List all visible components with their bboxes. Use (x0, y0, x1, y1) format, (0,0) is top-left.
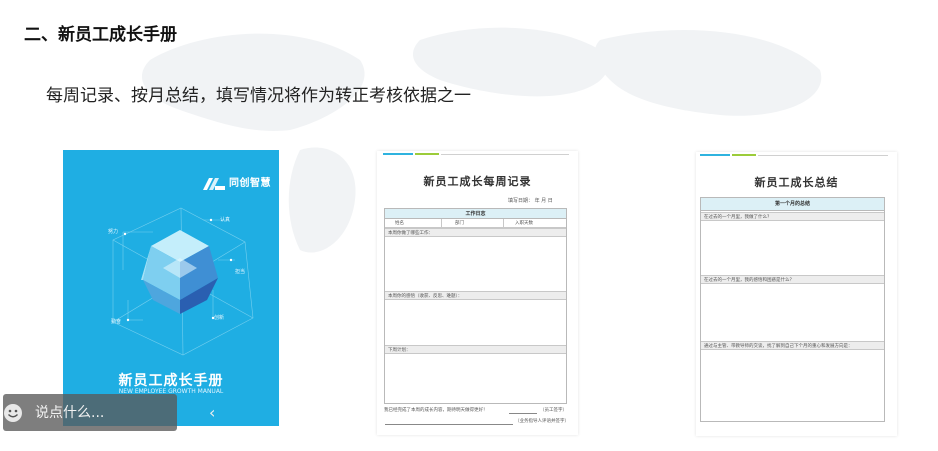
form-row-label: 在过去的一个月里，我做了什么？ (701, 212, 884, 221)
handbook-cover-image: 同创智慧 认真 努力 担当 创新 勤奋 新员工成长手册 NEW EMPLOYEE… (63, 150, 279, 426)
accent-stripe (441, 154, 569, 155)
form-row-label: 通过与主管、带教导师的交谈，找了解到自己下个月的重心和发展方向是： (701, 341, 884, 350)
cover-title: 新员工成长手册 (118, 373, 224, 389)
accent-stripe (758, 155, 888, 156)
cover-label-3: 创新 (214, 315, 225, 321)
fill-date: 填写日期： 年 月 日 (508, 198, 553, 204)
join-days-label: 入职天数 (515, 221, 533, 226)
mentor-sign-label: （业务指导人评语并签字） (515, 419, 569, 424)
comment-bar: ‹ (3, 394, 215, 431)
cover-label-0: 认真 (220, 217, 231, 223)
brand-mark-icon (203, 175, 225, 190)
brand-name: 同创智慧 (229, 177, 271, 189)
form-row-label: 下周计划： (385, 345, 566, 354)
weekly-record-form-image: 新员工成长每周记录 填写日期： 年 月 日 工作日志 姓名 部门 入职天数 本周… (377, 151, 578, 435)
cover-label-4: 勤奋 (111, 319, 122, 325)
subtitle: 每周记录、按月总结，填写情况将作为转正考核依据之一 (46, 86, 471, 106)
name-label: 姓名 (395, 221, 404, 226)
form-row-label: 在过去的一个月里，我的感悟和困惑是什么？ (701, 275, 884, 284)
weekly-footer-text: 我已经完成了本周的成长内容，期待明天做得更好！ (384, 408, 488, 413)
comment-input[interactable] (23, 394, 209, 431)
accent-stripe (415, 153, 439, 155)
accent-stripe (700, 154, 730, 156)
weekly-title: 新员工成长每周记录 (423, 175, 532, 188)
form-header: 第一个月的总结 (701, 198, 884, 211)
monthly-form-table: 第一个月的总结 在过去的一个月里，我做了什么？ 在过去的一个月里，我的感悟和困惑… (700, 197, 885, 422)
cover-label-1: 努力 (108, 229, 119, 235)
emoji-button[interactable] (3, 394, 23, 431)
form-row-label: 本周你的感悟（收获、反思、难题）： (385, 291, 566, 300)
smiley-icon (4, 403, 22, 422)
section-title: 二、新员工成长手册 (24, 25, 177, 45)
cover-label-2: 担当 (235, 269, 246, 275)
collapse-button[interactable]: ‹ (209, 394, 215, 431)
monthly-summary-form-image: 新员工成长总结 第一个月的总结 在过去的一个月里，我做了什么？ 在过去的一个月里… (696, 152, 897, 436)
chevron-left-icon: ‹ (209, 403, 216, 422)
weekly-form-table: 工作日志 姓名 部门 入职天数 本周你做了哪些工作： 本周你的感悟（收获、反思、… (384, 208, 567, 404)
form-row-label: 本周你做了哪些工作： (385, 228, 566, 237)
accent-stripe (732, 154, 756, 156)
brand-logo: 同创智慧 (203, 174, 271, 190)
info-row: 姓名 部门 入职天数 (385, 219, 566, 228)
form-header: 工作日志 (385, 209, 566, 219)
dept-label: 部门 (455, 221, 464, 226)
employee-sign-label: （员工签字） (540, 408, 567, 413)
accent-stripe (383, 153, 413, 155)
signature-line (509, 413, 537, 414)
signature-line (385, 424, 513, 425)
monthly-title: 新员工成长总结 (754, 176, 839, 189)
